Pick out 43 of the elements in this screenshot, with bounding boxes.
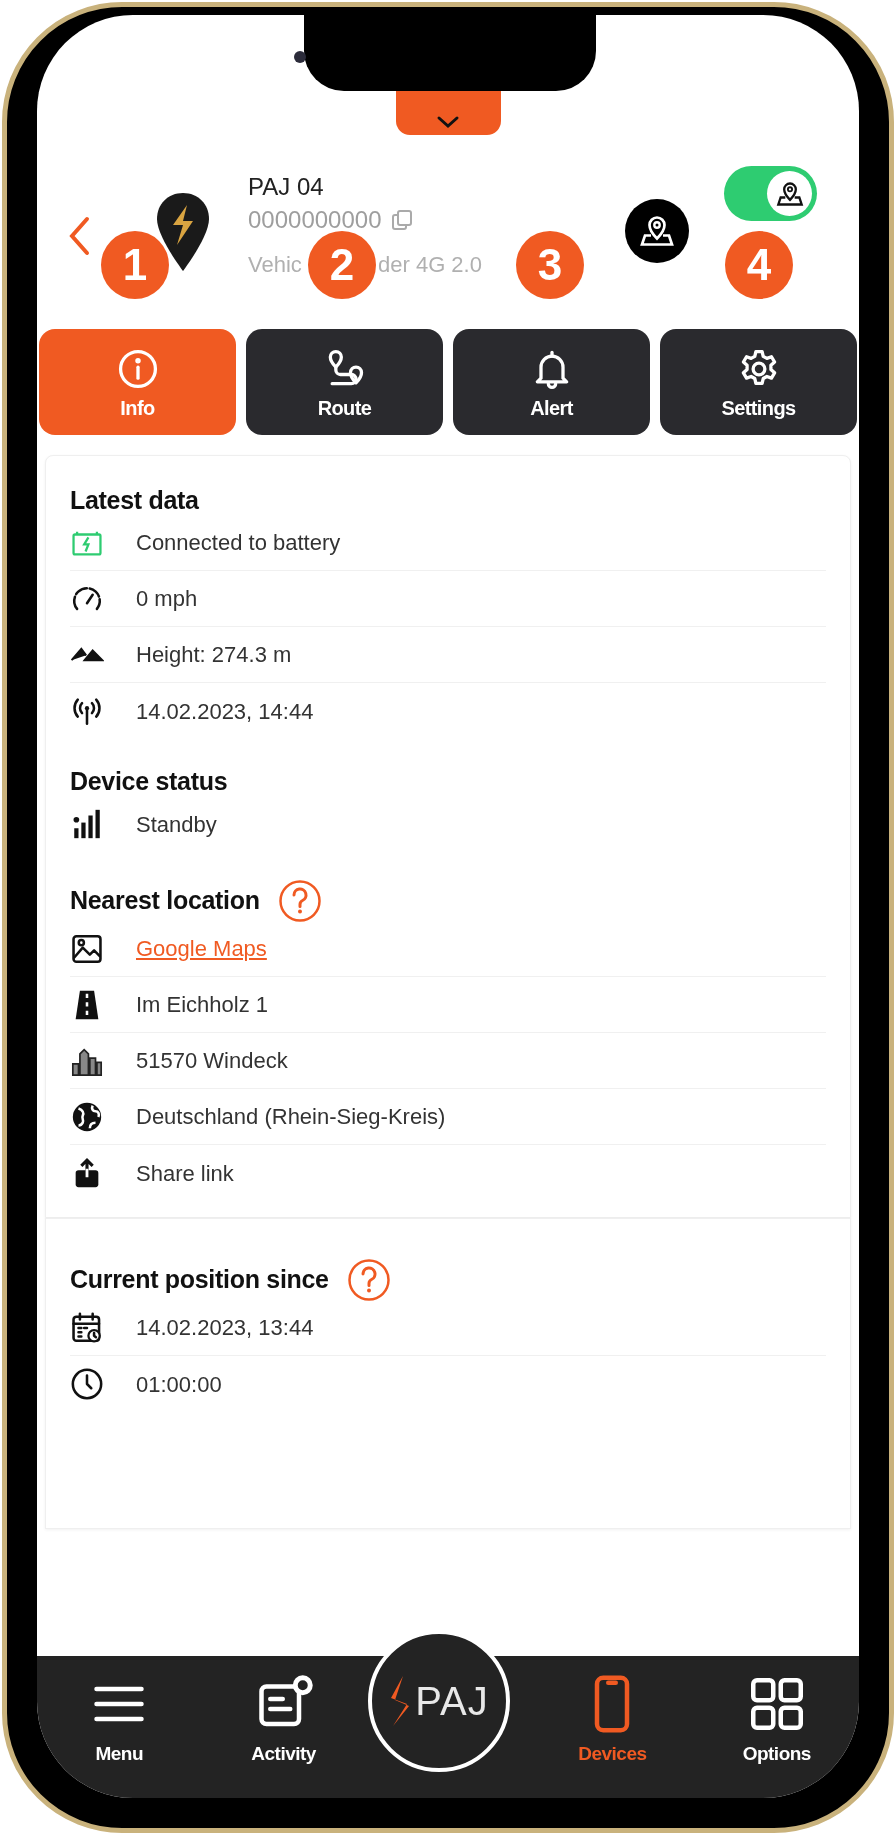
nav-item[interactable]: Options xyxy=(694,1656,859,1798)
pull-tab[interactable] xyxy=(395,91,501,135)
device-model: Vehic xyxy=(248,251,303,279)
help-icon[interactable] xyxy=(346,1258,391,1302)
map-pin-logo-icon xyxy=(155,191,211,273)
help-icon[interactable] xyxy=(277,879,322,923)
info-text: Height: 274.3 m xyxy=(136,641,292,669)
nav-item[interactable]: Devices xyxy=(530,1656,695,1798)
callout-number: 3 xyxy=(516,231,584,299)
info-text: Im Eichholz 1 xyxy=(136,991,269,1019)
map-pin-icon xyxy=(775,179,804,208)
info-text: 14.02.2023, 14:44 xyxy=(136,697,314,726)
callout-number: 2 xyxy=(308,231,376,299)
mountain-icon xyxy=(70,647,104,662)
section-heading: Latest data xyxy=(70,485,199,517)
info-text: Connected to battery xyxy=(136,529,341,557)
nav-item[interactable]: Activity xyxy=(201,1656,366,1798)
map-pin-icon xyxy=(639,213,675,249)
callout-number: 4 xyxy=(725,231,793,299)
calendar-icon xyxy=(70,1310,104,1345)
callout-number: 1 xyxy=(101,231,169,299)
tab[interactable]: Route xyxy=(246,329,443,435)
clock-icon xyxy=(70,1367,104,1401)
info-text: 14.02.2023, 13:44 xyxy=(136,1314,314,1342)
camera-icon xyxy=(294,51,306,63)
map-toggle[interactable] xyxy=(724,166,817,221)
section-heading: Nearest location xyxy=(70,885,260,917)
section-heading: Device status xyxy=(70,766,228,798)
info-text: Share link xyxy=(136,1159,234,1188)
device-name: PAJ 04 xyxy=(248,173,325,201)
info-text: 51570 Windeck xyxy=(136,1047,288,1075)
nav-item[interactable]: Menu xyxy=(37,1656,202,1798)
device-number: 0000000000 xyxy=(248,207,382,233)
device-model: der 4G 2.0 xyxy=(378,251,482,279)
info-text: Deutschland (Rhein-Sieg-Kreis) xyxy=(136,1103,446,1131)
section-heading: Current position since xyxy=(70,1264,329,1296)
info-text: 01:00:00 xyxy=(136,1370,222,1399)
tab[interactable]: Alert xyxy=(453,329,650,435)
copy-icon[interactable] xyxy=(391,209,414,231)
tab[interactable]: Settings xyxy=(660,329,857,435)
info-text: Standby xyxy=(136,810,217,839)
chevron-down-icon xyxy=(436,115,460,129)
info-text: 0 mph xyxy=(136,585,198,613)
